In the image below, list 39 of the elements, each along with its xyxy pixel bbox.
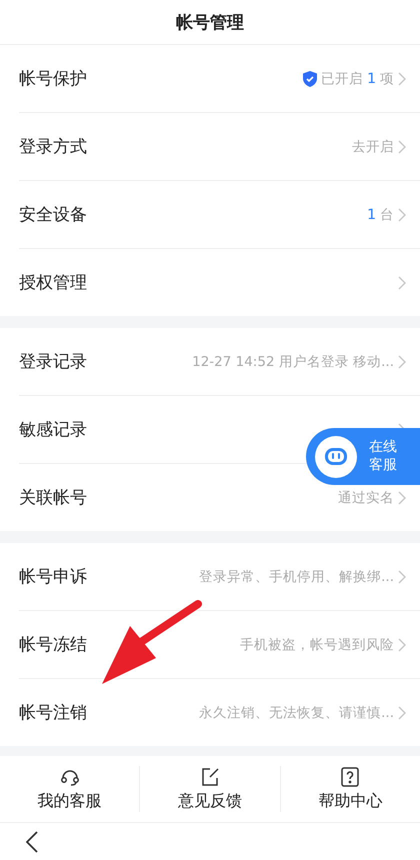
row-detail: 登录异常、手机停用、解换绑... (199, 568, 394, 586)
chevron-icon (398, 208, 406, 222)
unit-text: 项 (380, 70, 394, 88)
row-label[interactable]: 授权管理 (19, 271, 87, 294)
row-label[interactable]: 帐号保护 (19, 67, 87, 90)
row-label[interactable]: 登录方式 (19, 135, 87, 158)
robot-icon (315, 436, 357, 478)
footer-link[interactable]: 帮助中心 (318, 791, 382, 812)
shield-icon (303, 70, 318, 86)
chevron-icon (398, 354, 406, 368)
row-label[interactable]: 关联帐号 (19, 486, 87, 509)
chevron-icon (398, 570, 406, 584)
chevron-icon (398, 276, 406, 290)
row-detail: 永久注销、无法恢复、请谨慎... (199, 704, 394, 722)
row-label[interactable]: 帐号注销 (19, 701, 87, 724)
footer-link[interactable]: 我的客服 (38, 791, 102, 812)
chevron-icon (398, 490, 406, 504)
row-detail: 去开启 (352, 138, 394, 156)
count-text: 1 (367, 206, 376, 222)
status-text: 已开启 (321, 70, 364, 88)
row-label[interactable]: 登录记录 (19, 350, 87, 373)
chevron-icon (398, 72, 406, 86)
footer-link[interactable]: 意见反馈 (178, 791, 242, 812)
row-detail: 手机被盗，帐号遇到风险 (240, 636, 394, 654)
page-title: 帐号管理 (176, 12, 244, 34)
unit-text: 台 (380, 206, 394, 224)
chevron-icon (398, 140, 406, 154)
row-detail: 通过实名 (338, 488, 394, 506)
row-label[interactable]: 帐号申诉 (19, 565, 87, 588)
row-detail: 12-27 14:52 用户名登录 移动... (192, 352, 394, 370)
count-text: 1 (367, 70, 376, 86)
back-icon[interactable] (26, 830, 38, 852)
help-icon (339, 766, 362, 788)
row-label[interactable]: 敏感记录 (19, 418, 87, 441)
chevron-icon (398, 706, 406, 720)
row-label[interactable]: 帐号冻结 (19, 633, 87, 656)
row-label[interactable]: 安全设备 (19, 203, 87, 226)
online-service-button[interactable]: 在线客服 (306, 428, 420, 485)
chevron-icon (398, 638, 406, 652)
